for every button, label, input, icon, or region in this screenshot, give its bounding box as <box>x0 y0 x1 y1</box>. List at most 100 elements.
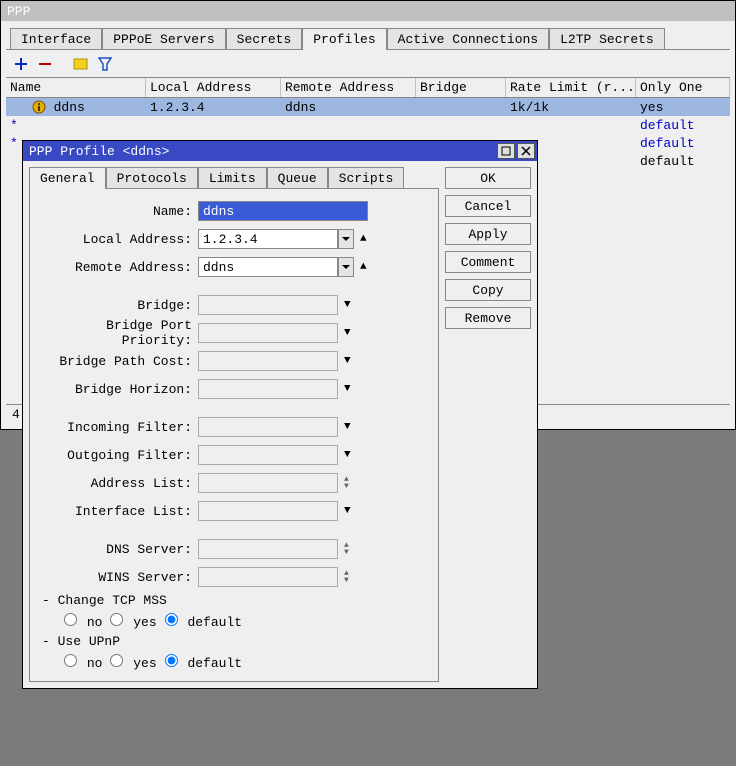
interface-list-expand[interactable] <box>344 505 351 517</box>
remote-address-collapse[interactable] <box>360 261 367 273</box>
tab-limits[interactable]: Limits <box>198 167 267 188</box>
tab-active-connections[interactable]: Active Connections <box>387 28 549 49</box>
toolbar <box>6 50 730 78</box>
tab-secrets[interactable]: Secrets <box>226 28 303 49</box>
wins-stepper[interactable]: ▲▼ <box>344 570 349 584</box>
list-row[interactable]: * default <box>6 116 730 134</box>
tab-pppoe-servers[interactable]: PPPoE Servers <box>102 28 225 49</box>
local-address-collapse[interactable] <box>360 233 367 245</box>
plus-icon <box>14 57 28 71</box>
note-icon <box>73 57 89 71</box>
cancel-button[interactable]: Cancel <box>445 195 531 217</box>
remove-button[interactable]: Remove <box>445 307 531 329</box>
tab-general[interactable]: General <box>29 167 106 189</box>
label-incoming-filter: Incoming Filter: <box>38 420 198 435</box>
tab-profiles[interactable]: Profiles <box>302 28 386 50</box>
upnp-yes-radio[interactable]: yes <box>106 654 156 671</box>
address-list-field <box>198 473 338 493</box>
general-panel: Name: Local Address: Remote Address: <box>29 189 439 682</box>
remote-address-field[interactable] <box>198 257 338 277</box>
label-local: Local Address: <box>38 232 198 247</box>
bridge-field <box>198 295 338 315</box>
label-bpp: Bridge Port Priority: <box>38 318 198 348</box>
remote-address-dropdown[interactable] <box>338 257 354 277</box>
upnp-default-radio[interactable]: default <box>161 654 242 671</box>
ok-button[interactable]: OK <box>445 167 531 189</box>
label-wins: WINS Server: <box>38 570 198 585</box>
outgoing-filter-expand[interactable] <box>344 449 351 461</box>
label-remote: Remote Address: <box>38 260 198 275</box>
apply-button[interactable]: Apply <box>445 223 531 245</box>
upnp-no-radio[interactable]: no <box>60 654 102 671</box>
dynamic-star-icon: * <box>10 118 24 133</box>
col-bridge[interactable]: Bridge <box>416 78 506 97</box>
mss-no-radio[interactable]: no <box>60 613 102 630</box>
local-address-dropdown[interactable] <box>338 229 354 249</box>
row-only: default <box>636 136 730 151</box>
col-name[interactable]: Name <box>6 78 146 97</box>
row-only: default <box>636 118 730 133</box>
incoming-filter-expand[interactable] <box>344 421 351 433</box>
comment-button[interactable]: Comment <box>445 251 531 273</box>
name-field[interactable] <box>198 201 368 221</box>
address-list-stepper[interactable]: ▲▼ <box>344 476 349 490</box>
tab-queue[interactable]: Queue <box>267 167 328 188</box>
bpc-expand[interactable] <box>344 355 351 367</box>
tab-protocols[interactable]: Protocols <box>106 167 198 188</box>
bh-expand[interactable] <box>344 383 351 395</box>
filter-button[interactable] <box>94 53 116 75</box>
label-outgoing-filter: Outgoing Filter: <box>38 448 198 463</box>
label-interface-list: Interface List: <box>38 504 198 519</box>
row-remote: ddns <box>281 100 416 115</box>
item-count: 4 <box>12 407 20 422</box>
mss-radio-group: no yes default <box>38 610 430 632</box>
list-header: Name Local Address Remote Address Bridge… <box>6 78 730 98</box>
row-rate: 1k/1k <box>506 100 636 115</box>
dialog-title-text: PPP Profile <ddns> <box>29 144 169 159</box>
col-only[interactable]: Only One <box>636 78 730 97</box>
unpin-button[interactable] <box>497 143 515 159</box>
col-rate[interactable]: Rate Limit (r... <box>506 78 636 97</box>
row-only: yes <box>636 100 730 115</box>
comment-button[interactable] <box>70 53 92 75</box>
tab-l2tp-secrets[interactable]: L2TP Secrets <box>549 28 665 49</box>
col-local[interactable]: Local Address <box>146 78 281 97</box>
label-bridge: Bridge: <box>38 298 198 313</box>
dialog-tabbar: General Protocols Limits Queue Scripts <box>29 167 439 189</box>
bridge-port-priority-field <box>198 323 338 343</box>
minus-icon <box>38 57 52 71</box>
copy-button[interactable]: Copy <box>445 279 531 301</box>
info-icon <box>32 100 46 114</box>
list-row[interactable]: ddns 1.2.3.4 ddns 1k/1k yes <box>6 98 730 116</box>
add-button[interactable] <box>10 53 32 75</box>
main-titlebar[interactable]: PPP <box>1 1 735 21</box>
tab-interface[interactable]: Interface <box>10 28 102 49</box>
row-local: 1.2.3.4 <box>146 100 281 115</box>
row-only: default <box>636 154 730 169</box>
dialog-titlebar[interactable]: PPP Profile <ddns> <box>23 141 537 161</box>
ppp-profile-dialog: PPP Profile <ddns> General Protocols Lim… <box>22 140 538 689</box>
chevron-down-icon <box>342 235 350 243</box>
bridge-expand[interactable] <box>344 299 351 311</box>
funnel-icon <box>98 57 112 71</box>
window-title: PPP <box>7 4 30 19</box>
mss-yes-radio[interactable]: yes <box>106 613 156 630</box>
main-tabbar: Interface PPPoE Servers Secrets Profiles… <box>6 26 730 50</box>
row-name: ddns <box>54 100 85 115</box>
bridge-path-cost-field <box>198 351 338 371</box>
remove-button[interactable] <box>34 53 56 75</box>
label-bpc: Bridge Path Cost: <box>38 354 198 369</box>
dns-stepper[interactable]: ▲▼ <box>344 542 349 556</box>
bridge-horizon-field <box>198 379 338 399</box>
incoming-filter-field <box>198 417 338 437</box>
bpp-expand[interactable] <box>344 327 351 339</box>
close-button[interactable] <box>517 143 535 159</box>
mss-default-radio[interactable]: default <box>161 613 242 630</box>
col-remote[interactable]: Remote Address <box>281 78 416 97</box>
group-change-mss: - Change TCP MSS <box>38 591 430 610</box>
local-address-field[interactable] <box>198 229 338 249</box>
tab-scripts[interactable]: Scripts <box>328 167 405 188</box>
upnp-radio-group: no yes default <box>38 651 430 673</box>
chevron-down-icon <box>342 263 350 271</box>
wins-server-field <box>198 567 338 587</box>
